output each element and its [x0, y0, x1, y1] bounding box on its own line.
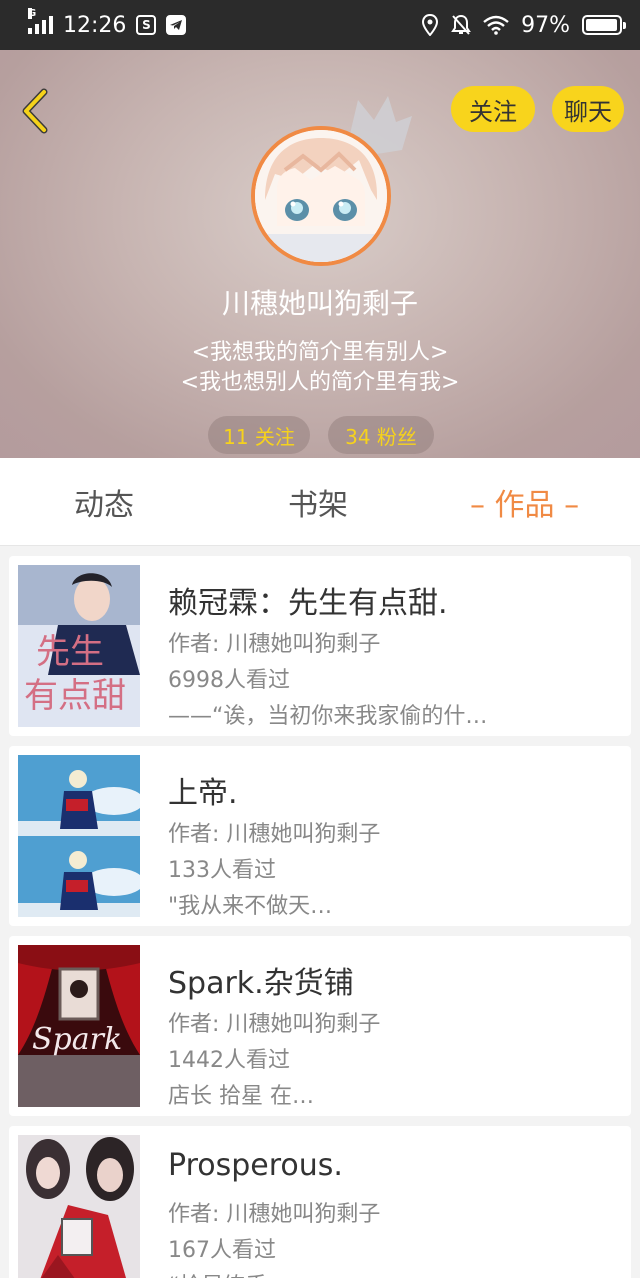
work-title[interactable]: Prosperous.: [168, 1148, 343, 1183]
network-type-label: G: [28, 8, 37, 19]
work-title[interactable]: 上帝.: [168, 768, 238, 812]
work-views: 1442人看过: [168, 1048, 290, 1073]
work-excerpt: "我从来不做天…: [168, 894, 333, 919]
avatar[interactable]: [251, 126, 391, 266]
work-author: 作者: 川穗她叫狗剩子: [168, 1202, 381, 1227]
work-excerpt: 店长 拾星 在…: [168, 1084, 314, 1109]
list-item[interactable]: 上帝. 作者: 川穗她叫狗剩子 133人看过 "我从来不做天…: [9, 746, 631, 926]
tab-dynamic[interactable]: 动态: [74, 458, 134, 546]
battery-icon: [582, 15, 626, 35]
profile-tabs: 动态 书架 – 作品 –: [0, 458, 640, 546]
book-cover[interactable]: 先生 有点甜: [18, 565, 140, 727]
work-views: 6998人看过: [168, 668, 290, 693]
back-arrow-icon[interactable]: [16, 86, 56, 136]
work-excerpt: ——“诶，当初你来我家偷的什…: [168, 704, 488, 729]
following-count-badge[interactable]: 11 关注: [208, 416, 310, 454]
battery-percent: 97%: [521, 12, 570, 38]
status-bar: G 12:26 S 97%: [0, 0, 640, 50]
tab-works[interactable]: – 作品 –: [470, 458, 579, 546]
telegram-icon: [166, 15, 187, 35]
avatar-image: [255, 130, 387, 262]
book-cover[interactable]: [18, 1135, 140, 1278]
wifi-icon: [483, 15, 509, 35]
list-item[interactable]: Prosperous. 作者: 川穗她叫狗剩子 167人看过 “拾星练手…: [9, 1126, 631, 1278]
work-excerpt: “拾星练手…: [168, 1268, 588, 1278]
clock: 12:26: [63, 12, 127, 38]
work-views: 167人看过: [168, 1238, 276, 1263]
chat-button[interactable]: 聊天: [552, 86, 624, 132]
work-author: 作者: 川穗她叫狗剩子: [168, 822, 381, 847]
bio: <我想我的简介里有别人> <我也想别人的简介里有我>: [0, 338, 640, 398]
cover-title-line-1: 先生: [36, 632, 104, 672]
list-item[interactable]: Spark Spark.杂货铺 作者: 川穗她叫狗剩子 1442人看过 店长 拾…: [9, 936, 631, 1116]
work-author: 作者: 川穗她叫狗剩子: [168, 632, 381, 657]
tab-bookshelf[interactable]: 书架: [288, 458, 348, 546]
fans-count-badge[interactable]: 34 粉丝: [328, 416, 434, 454]
notification-s-icon: S: [136, 15, 157, 35]
bio-line-2: <我也想别人的简介里有我>: [180, 370, 460, 395]
list-item[interactable]: 先生 有点甜 赖冠霖：先生有点甜. 作者: 川穗她叫狗剩子 6998人看过 ——…: [9, 556, 631, 736]
work-views: 133人看过: [168, 858, 276, 883]
follow-button[interactable]: 关注: [451, 86, 535, 132]
cover-title-text: Spark: [32, 1022, 122, 1057]
username: 川穗她叫狗剩子: [221, 287, 418, 320]
work-title[interactable]: Spark.杂货铺: [168, 958, 354, 1002]
mute-bell-icon: [451, 14, 471, 35]
work-title[interactable]: 赖冠霖：先生有点甜.: [168, 578, 448, 622]
book-cover[interactable]: Spark: [18, 945, 140, 1107]
cover-title-line-2: 有点甜: [24, 676, 126, 716]
signal-icon: G: [28, 8, 53, 34]
profile-header: 关注 聊天 川穗她叫狗剩子 <我想我的简介里有别人> <我也想别人的简介里有我>…: [0, 50, 640, 458]
work-author: 作者: 川穗她叫狗剩子: [168, 1012, 381, 1037]
book-cover[interactable]: [18, 755, 140, 917]
location-icon: [422, 14, 439, 36]
bio-line-1: <我想我的简介里有别人>: [191, 340, 449, 365]
